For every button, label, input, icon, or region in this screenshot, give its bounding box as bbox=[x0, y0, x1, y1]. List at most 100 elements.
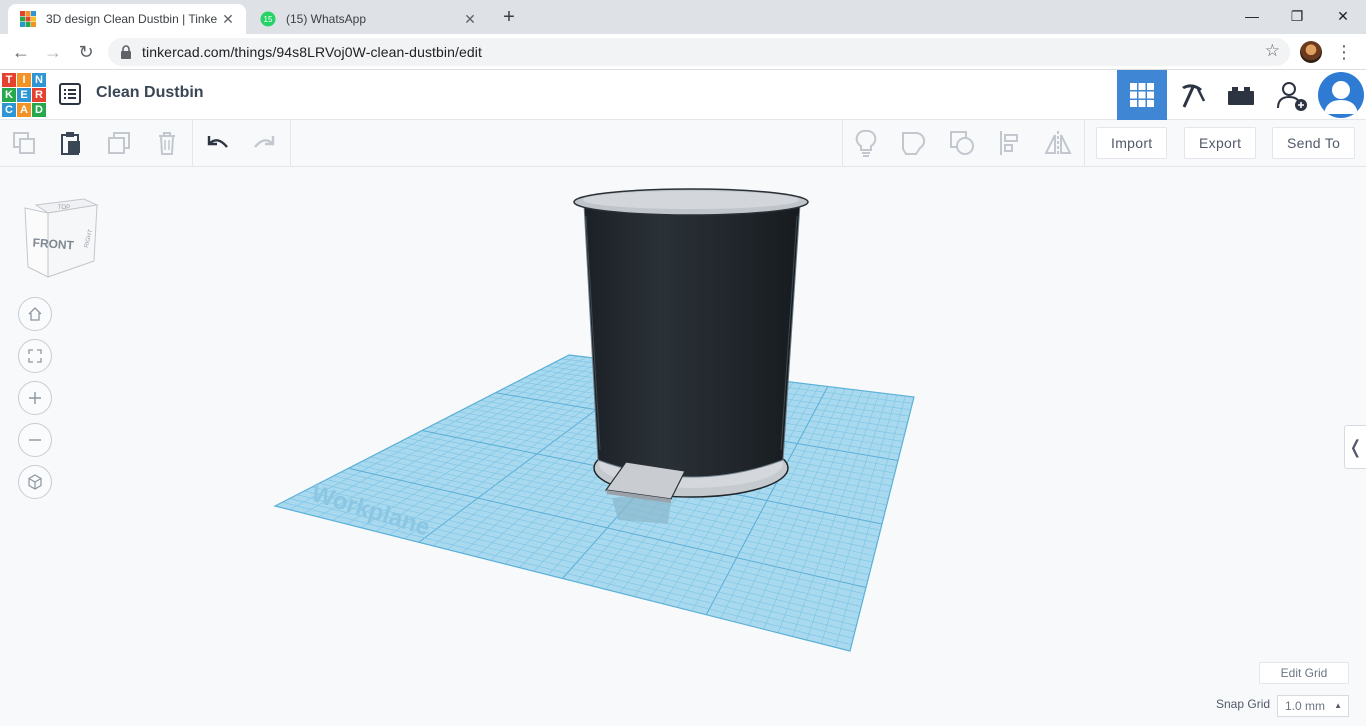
send-to-button[interactable]: Send To bbox=[1272, 127, 1356, 159]
logo-letter: A bbox=[17, 103, 31, 117]
undo-icon bbox=[207, 136, 228, 148]
paste-button[interactable] bbox=[55, 128, 87, 158]
pickaxe-icon bbox=[1182, 84, 1206, 108]
group-shapes-icon bbox=[902, 131, 926, 155]
snap-grid-value: 1.0 mm bbox=[1285, 699, 1326, 713]
fit-all-icon bbox=[28, 349, 42, 363]
new-tab-button[interactable]: + bbox=[498, 6, 520, 28]
projection-toggle-button[interactable] bbox=[18, 465, 52, 499]
close-window-button[interactable]: ✕ bbox=[1328, 4, 1358, 28]
url-text[interactable]: tinkercad.com/things/94s8LRVoj0W-clean-d… bbox=[142, 44, 482, 60]
close-tab-icon[interactable]: ✕ bbox=[218, 11, 238, 28]
brick-icon bbox=[1228, 87, 1254, 105]
lightbulb-icon bbox=[855, 129, 877, 157]
paste-icon bbox=[61, 132, 80, 155]
logo-letter: N bbox=[32, 73, 46, 87]
browser-tab-bar: 3D design Clean Dustbin | Tinker ✕ 15 (1… bbox=[0, 0, 1366, 34]
zoom-in-button[interactable] bbox=[18, 381, 52, 415]
browser-address-bar: ← → ↻ tinkercad.com/things/94s8LRVoj0W-c… bbox=[0, 34, 1366, 70]
logo-letter: K bbox=[2, 88, 16, 102]
snap-grid-select[interactable]: 1.0 mm ▲ bbox=[1277, 695, 1349, 717]
redo-icon bbox=[254, 136, 275, 148]
toolbar-divider bbox=[192, 120, 193, 167]
shapes-panel-toggle-icon[interactable]: ❬ bbox=[1344, 425, 1366, 469]
copy-icon bbox=[13, 132, 35, 154]
plus-icon bbox=[29, 392, 41, 404]
forward-arrow-icon[interactable]: → bbox=[41, 40, 65, 64]
add-user-icon bbox=[1277, 82, 1307, 111]
tinkercad-header: T I N K E R C A D Clean Dustbin bbox=[0, 70, 1366, 120]
minus-icon bbox=[29, 439, 41, 441]
logo-letter: I bbox=[17, 73, 31, 87]
redo-button[interactable] bbox=[248, 128, 280, 158]
url-bar[interactable]: tinkercad.com/things/94s8LRVoj0W-clean-d… bbox=[108, 38, 1290, 66]
tinkercad-favicon-icon bbox=[20, 11, 36, 27]
duplicate-button[interactable] bbox=[103, 128, 135, 158]
browser-profile-avatar[interactable] bbox=[1300, 41, 1322, 63]
lock-icon bbox=[121, 45, 131, 59]
bricks-view-button[interactable] bbox=[1216, 70, 1266, 120]
mirror-icon bbox=[1044, 131, 1072, 155]
browser-tab-tinkercad[interactable]: 3D design Clean Dustbin | Tinker ✕ bbox=[8, 4, 246, 34]
logo-letter: D bbox=[32, 103, 46, 117]
scene-canvas[interactable]: Workplane bbox=[0, 167, 1366, 726]
view-cube-front-label: FRONT bbox=[32, 236, 75, 253]
export-button[interactable]: Export bbox=[1184, 127, 1257, 159]
codeblocks-view-button[interactable] bbox=[1167, 70, 1217, 120]
ungroup-shapes-icon bbox=[950, 131, 974, 155]
edit-toolbar: Import Export Send To bbox=[0, 120, 1366, 167]
dustbin-body[interactable] bbox=[583, 203, 801, 478]
reload-icon[interactable]: ↻ bbox=[74, 40, 98, 64]
toolbar-divider bbox=[290, 120, 291, 167]
duplicate-icon bbox=[108, 132, 130, 154]
user-avatar-icon bbox=[1324, 81, 1358, 114]
group-button[interactable] bbox=[898, 128, 930, 158]
edit-grid-button[interactable]: Edit Grid bbox=[1259, 662, 1349, 684]
zoom-out-button[interactable] bbox=[18, 423, 52, 457]
browser-tab-whatsapp[interactable]: 15 (15) WhatsApp ✕ bbox=[248, 4, 488, 34]
home-view-button[interactable] bbox=[18, 297, 52, 331]
mirror-button[interactable] bbox=[1042, 128, 1074, 158]
trash-icon bbox=[159, 132, 175, 155]
back-arrow-icon[interactable]: ← bbox=[9, 40, 33, 64]
caret-up-icon: ▲ bbox=[1334, 701, 1342, 710]
user-avatar[interactable] bbox=[1318, 72, 1364, 118]
logo-letter: E bbox=[17, 88, 31, 102]
restore-window-button[interactable]: ❐ bbox=[1282, 4, 1312, 28]
logo-letter: C bbox=[2, 103, 16, 117]
design-title[interactable]: Clean Dustbin bbox=[96, 84, 204, 102]
snap-grid-label: Snap Grid bbox=[1216, 697, 1271, 711]
delete-button[interactable] bbox=[151, 128, 183, 158]
view-cube-top-label: TOP bbox=[58, 205, 70, 211]
3d-workspace[interactable]: Workplane TOP FRONT RIGHT ❬ Edit Grid Sn… bbox=[0, 167, 1366, 726]
notes-button[interactable] bbox=[850, 128, 882, 158]
import-button[interactable]: Import bbox=[1096, 127, 1168, 159]
whatsapp-favicon-icon: 15 bbox=[260, 11, 276, 27]
close-tab-icon[interactable]: ✕ bbox=[460, 11, 480, 28]
3d-design-view-button[interactable] bbox=[1117, 70, 1167, 120]
design-list-icon[interactable] bbox=[58, 82, 82, 106]
copy-button[interactable] bbox=[8, 128, 40, 158]
tab-title: (15) WhatsApp bbox=[286, 12, 367, 26]
align-icon bbox=[1000, 131, 1018, 155]
align-button[interactable] bbox=[994, 128, 1026, 158]
fit-view-button[interactable] bbox=[18, 339, 52, 373]
logo-letter: R bbox=[32, 88, 46, 102]
minimize-window-button[interactable]: — bbox=[1237, 4, 1267, 28]
dustbin-lid-top bbox=[583, 191, 799, 209]
logo-letter: T bbox=[2, 73, 16, 87]
perspective-cube-icon bbox=[28, 474, 42, 490]
undo-button[interactable] bbox=[202, 128, 234, 158]
toolbar-divider bbox=[1084, 120, 1085, 167]
grid-icon bbox=[1130, 83, 1154, 107]
browser-menu-icon[interactable]: ⋮ bbox=[1334, 40, 1354, 64]
invite-user-button[interactable] bbox=[1267, 70, 1317, 120]
tab-title: 3D design Clean Dustbin | Tinker bbox=[46, 12, 218, 26]
whatsapp-badge: 15 bbox=[264, 15, 273, 24]
toolbar-divider bbox=[842, 120, 843, 167]
view-cube[interactable]: TOP FRONT RIGHT bbox=[20, 195, 102, 279]
home-icon bbox=[28, 307, 42, 321]
tinkercad-logo[interactable]: T I N K E R C A D bbox=[2, 73, 46, 117]
bookmark-star-icon[interactable]: ☆ bbox=[1265, 41, 1280, 61]
ungroup-button[interactable] bbox=[946, 128, 978, 158]
